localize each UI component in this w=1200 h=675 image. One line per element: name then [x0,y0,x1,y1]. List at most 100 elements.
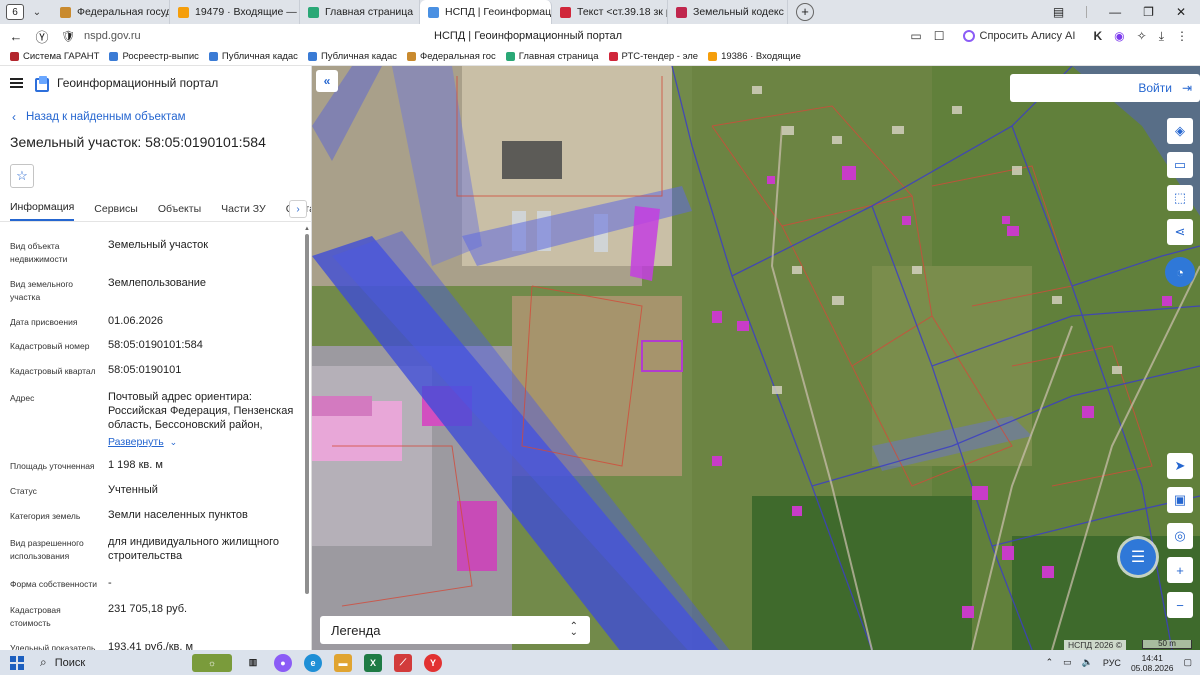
back-to-results-link[interactable]: ‹ Назад к найденным объектам [12,110,311,124]
search-location-button[interactable]: ◎ [1167,523,1193,549]
map-view[interactable]: « Войти ⇥ ◈ ▭ ⬚ ⋖ ◔ ➤ ▣ ◎ + − ☰ Легенда … [312,66,1200,650]
map-attribution: НСПД 2026 © [1064,640,1127,650]
extensions-icon[interactable]: ✧ [1137,29,1147,43]
alice-app-icon[interactable]: ● [274,653,292,672]
share-button[interactable]: ⋖ [1167,219,1193,245]
scroll-up-icon[interactable]: ▲ [304,226,310,232]
reader-mode-icon[interactable]: ▭ [910,29,921,43]
close-window-button[interactable]: ✕ [1176,5,1186,19]
bookmark-favicon-icon [608,52,618,61]
yandex-home-icon[interactable]: Ⓨ [32,27,52,46]
language-indicator[interactable]: РУС [1103,658,1121,668]
url-field[interactable]: nspd.gov.ru [84,30,141,42]
satellite-map[interactable] [312,66,1200,650]
tab-label: 19479 · Входящие — Янде [195,6,299,18]
tabs-next-button[interactable]: › [289,200,307,218]
bookmark-item[interactable]: Система ГАРАНТ [10,51,99,62]
expand-address-link[interactable]: Развернуть ⌄ [108,434,177,448]
info-tab[interactable]: Сервисы [94,203,138,221]
browser-menu-icon[interactable]: ⋮ [1176,29,1188,43]
browser-tab[interactable]: Текст <ст.39.18 зк рф> | С [552,0,668,24]
tab-list-dropdown-icon[interactable]: ⌄ [28,7,46,18]
browser-tab[interactable]: Земельный кодекс Росси [668,0,788,24]
print-button[interactable]: ▣ [1167,487,1193,513]
bookmark-item[interactable]: 19386 · Входящие [708,51,801,62]
back-arrow-icon[interactable]: ← [6,29,26,44]
tab-favicon-icon [428,6,439,18]
zoom-out-button[interactable]: − [1167,592,1193,618]
ruler-button[interactable]: ▭ [1167,152,1193,178]
zoom-in-button[interactable]: + [1167,557,1193,583]
yandex-browser-icon[interactable]: Y [424,653,442,672]
tab-label: Текст <ст.39.18 зк рф> | С [577,6,667,18]
bookmark-favicon-icon [208,52,218,61]
maximize-button[interactable]: ❐ [1143,5,1154,19]
search-icon: ⌕ [40,655,47,669]
info-tab[interactable]: Объекты [158,203,201,221]
tab-favicon-icon [560,6,571,18]
bookmark-item[interactable]: Росреестр-выпис [109,51,199,62]
alice-button[interactable]: Спросить Алису AI [957,28,1082,44]
bookmark-item[interactable]: Федеральная гос [406,51,496,62]
bookmark-manager-icon[interactable]: ▤ [1053,5,1064,19]
tab-counter[interactable]: 6 [6,4,24,20]
downloads-icon[interactable]: ⤓ [1159,29,1164,44]
minimize-button[interactable]: — [1109,5,1121,19]
pdf-reader-icon[interactable]: ⟋ [394,653,412,672]
property-value: 1 198 кв. м [108,459,163,471]
panel-scrollbar[interactable] [305,234,309,594]
file-explorer-icon[interactable]: ▬ [334,653,352,672]
login-button[interactable]: Войти ⇥ [1010,74,1200,102]
info-tab[interactable]: Информация [10,201,75,221]
bookmark-item[interactable]: Публичная кадас [208,51,298,62]
new-tab-button[interactable]: + [796,3,814,21]
browser-tab[interactable]: 19479 · Входящие — Янде [170,0,300,24]
notifications-icon[interactable]: ▢ [1183,657,1192,668]
bookmark-item[interactable]: РТС-тендер - элe [608,51,699,62]
layers-button[interactable]: ◈ [1167,118,1193,144]
property-value: 231 705,18 руб. [108,603,188,615]
property-value: Почтовый адрес ориентира: Российская Фед… [108,391,294,431]
taskbar-search[interactable]: ⌕ Поиск [40,653,180,673]
task-view-icon[interactable]: ▥ [244,654,262,672]
clock[interactable]: 14:41 05.08.2026 [1131,653,1174,673]
bookmark-item[interactable]: Публичная кадас [307,51,397,62]
excel-icon[interactable]: X [364,653,382,672]
page-title: НСПД | Геоинформационный портал [434,30,623,42]
chat-button[interactable]: ☰ [1120,539,1156,575]
volume-icon[interactable]: 🔈 [1082,657,1093,668]
menu-icon[interactable] [10,78,23,88]
select-area-button[interactable]: ⬚ [1167,185,1193,211]
weather-widget-icon[interactable]: ☼ [192,653,232,672]
tray-expand-icon[interactable]: ⌃ [1046,657,1054,668]
bookmark-item[interactable]: Главная страница [505,51,599,62]
login-icon: ⇥ [1181,81,1192,95]
legend-dropdown[interactable]: Легенда ⌃ ⌄ [320,616,590,644]
windows-start-icon[interactable] [10,655,24,670]
locate-button[interactable]: ➤ [1167,453,1193,479]
lock-icon[interactable]: 🛡 [58,30,78,43]
login-label: Войти [1138,81,1172,95]
property-label: Вид земельного участка [10,279,74,302]
browser-tab[interactable]: НСПД | Геоинформаци✕ [420,0,552,24]
browser-tab[interactable]: Главная страница [300,0,420,24]
extension-k-icon[interactable]: K [1093,29,1102,43]
favorite-button[interactable]: ☆ [10,164,34,188]
zoom-in-icon: + [1176,562,1184,578]
bookmark-label: Федеральная гос [419,51,496,62]
assistant-button[interactable]: ◔ [1165,257,1195,287]
edge-icon[interactable]: e [304,653,322,672]
browser-tab[interactable]: Федеральная государств [52,0,170,24]
network-icon[interactable]: ▭ [1063,657,1072,668]
print-icon: ▣ [1173,492,1187,507]
property-value: 58:05:0190101:584 [108,339,203,351]
object-info-panel: Геоинформационный портал ‹ Назад к найде… [0,66,312,650]
portal-logo-icon [35,76,49,92]
bookmark-icon[interactable]: ☐ [934,29,945,43]
extension-circle-icon[interactable]: ◉ [1114,29,1124,43]
bookmark-label: Главная страница [518,51,599,62]
property-label: Удельный показатель [10,643,96,650]
collapse-panel-button[interactable]: « [316,70,338,92]
bookmark-label: РТС-тендер - элe [621,51,699,62]
info-tab[interactable]: Части ЗУ [221,203,266,221]
